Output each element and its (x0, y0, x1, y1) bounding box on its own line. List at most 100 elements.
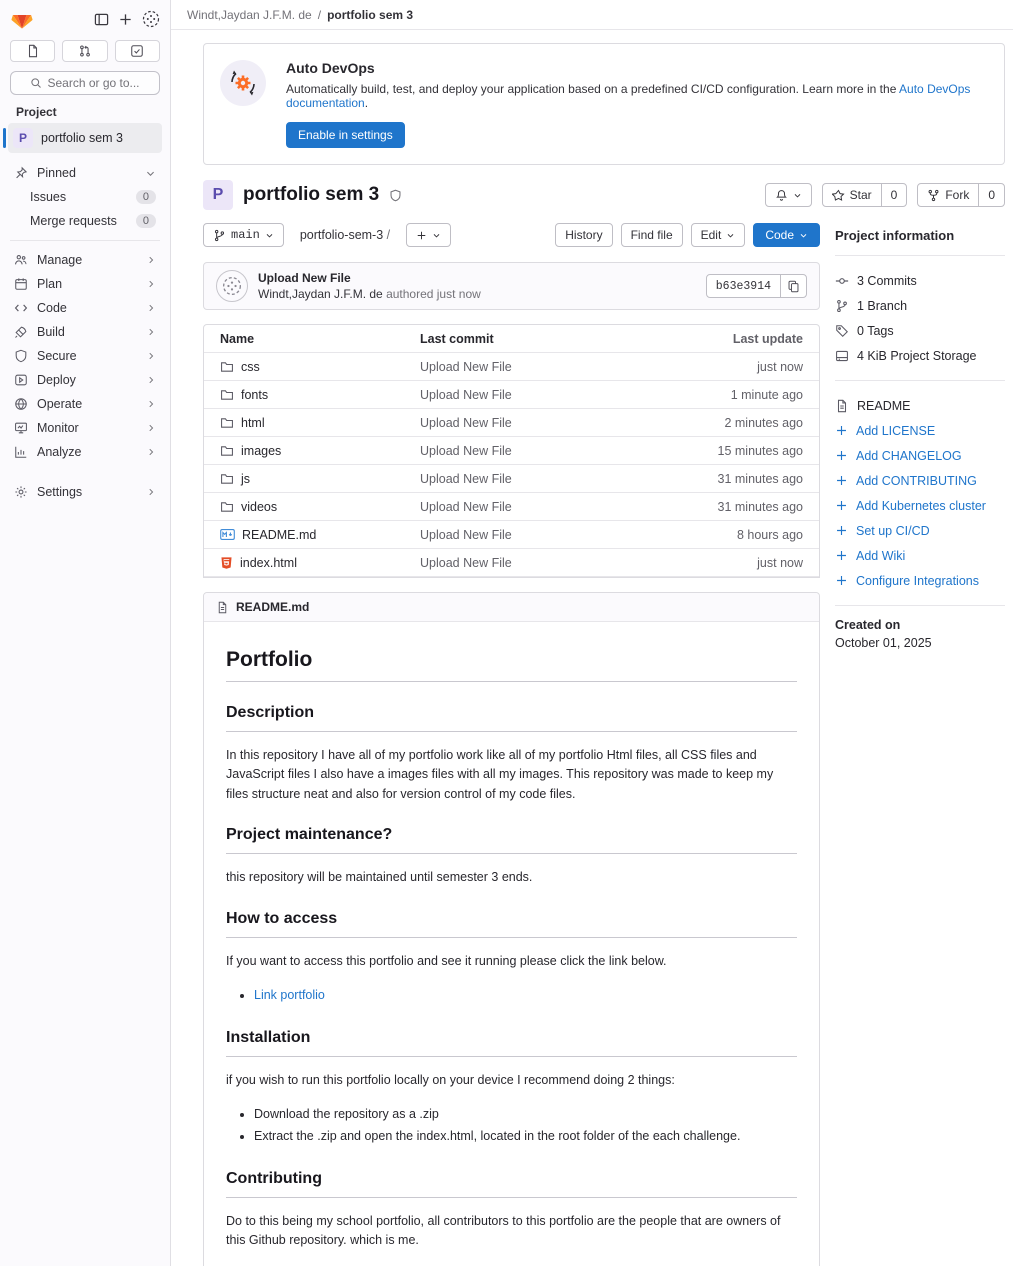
readme-content: Portfolio Description In this repository… (204, 622, 819, 1266)
fork-button[interactable]: Fork (918, 184, 978, 206)
chevron-right-icon (146, 351, 156, 361)
table-row[interactable]: fonts Upload New File 1 minute ago (204, 381, 819, 409)
plus-icon (835, 574, 848, 587)
add-license-link[interactable]: Add LICENSE (835, 418, 1005, 443)
table-row[interactable]: README.md Upload New File 8 hours ago (204, 521, 819, 549)
add-kubernetes-cluster-link[interactable]: Add Kubernetes cluster (835, 493, 1005, 518)
commit-author[interactable]: Windt,Jaydan J.F.M. de (258, 287, 383, 301)
readme-paragraph: In this repository I have all of my port… (226, 746, 797, 804)
divider (835, 255, 1005, 256)
project-name-label: portfolio sem 3 (41, 131, 123, 145)
merge-requests-count-badge: 0 (136, 214, 156, 228)
commit-sha[interactable]: b63e3914 (707, 275, 780, 297)
chevron-right-icon (146, 447, 156, 457)
create-new-icon[interactable] (118, 12, 133, 27)
branch-selector[interactable]: main (203, 223, 284, 247)
gitlab-project-page: Search or go to... Project P portfolio s… (0, 0, 1013, 1266)
sidebar-item-issues[interactable]: Issues 0 (0, 185, 170, 209)
readme-section-heading: Installation (226, 1029, 797, 1057)
add-contributing-link[interactable]: Add CONTRIBUTING (835, 468, 1005, 493)
commit-meta: Windt,Jaydan J.F.M. de authored just now (258, 287, 481, 301)
todo-list-shortcut-button[interactable] (115, 40, 160, 62)
star-count[interactable]: 0 (881, 184, 907, 206)
sidebar-item-merge-requests[interactable]: Merge requests 0 (0, 209, 170, 233)
storage-stat[interactable]: 4 KiB Project Storage (835, 343, 1005, 368)
chevron-right-icon (146, 375, 156, 385)
search-input[interactable]: Search or go to... (10, 71, 160, 95)
readme-card: README.md Portfolio Description In this … (203, 592, 820, 1266)
commit-icon (835, 274, 849, 288)
find-file-button[interactable]: Find file (621, 223, 683, 247)
chevron-down-icon (265, 231, 274, 240)
star-button-group[interactable]: Star 0 (822, 183, 908, 207)
copy-sha-button[interactable] (780, 275, 806, 297)
user-avatar[interactable] (142, 10, 160, 28)
readme-title: Portfolio (226, 648, 797, 682)
sidebar-item-deploy[interactable]: Deploy (0, 368, 170, 392)
code-button[interactable]: Code (753, 223, 820, 247)
project-information-panel: Project information 3 Commits 1 Branch (835, 222, 1005, 1266)
breadcrumb-user[interactable]: Windt,Jaydan J.F.M. de (187, 8, 312, 22)
add-wiki-link[interactable]: Add Wiki (835, 543, 1005, 568)
table-row[interactable]: videos Upload New File 31 minutes ago (204, 493, 819, 521)
add-changelog-link[interactable]: Add CHANGELOG (835, 443, 1005, 468)
readme-section-heading: Description (226, 704, 797, 732)
disk-icon (835, 349, 849, 363)
setup-cicd-link[interactable]: Set up CI/CD (835, 518, 1005, 543)
tag-icon (835, 324, 849, 338)
file-icon (835, 399, 849, 413)
edit-button[interactable]: Edit (691, 223, 746, 247)
add-file-button[interactable] (406, 223, 451, 247)
sidebar-item-operate[interactable]: Operate (0, 392, 170, 416)
sidebar-item-manage[interactable]: Manage (0, 248, 170, 272)
readme-link[interactable]: README (835, 393, 1005, 418)
banner-text-block: Auto DevOps Automatically build, test, a… (286, 60, 988, 148)
sidebar-item-analyze[interactable]: Analyze (0, 440, 170, 464)
sidebar-item-pinned[interactable]: Pinned (0, 161, 170, 185)
readme-paragraph: Do to this being my school portfolio, al… (226, 1212, 797, 1251)
portfolio-link[interactable]: Link portfolio (254, 988, 325, 1002)
pin-icon (14, 166, 28, 180)
table-row[interactable]: js Upload New File 31 minutes ago (204, 465, 819, 493)
divider (835, 605, 1005, 606)
table-row[interactable]: html Upload New File 2 minutes ago (204, 409, 819, 437)
commits-stat[interactable]: 3 Commits (835, 268, 1005, 293)
star-button[interactable]: Star (823, 184, 881, 206)
plus-icon (835, 524, 848, 537)
sidebar-item-secure[interactable]: Secure (0, 344, 170, 368)
table-row[interactable]: css Upload New File just now (204, 353, 819, 381)
shield-icon (14, 349, 28, 363)
markdown-file-icon (220, 529, 235, 540)
table-row[interactable]: index.html Upload New File just now (204, 549, 819, 577)
sidebar-item-settings[interactable]: Settings (0, 480, 170, 504)
collapse-sidebar-icon[interactable] (94, 12, 109, 27)
sidebar-item-build[interactable]: Build (0, 320, 170, 344)
chart-icon (14, 445, 28, 459)
bell-icon (775, 189, 788, 202)
fork-count[interactable]: 0 (978, 184, 1004, 206)
folder-icon (220, 416, 234, 430)
sidebar-divider (10, 240, 160, 241)
gitlab-logo-icon[interactable] (10, 7, 34, 31)
history-button[interactable]: History (555, 223, 612, 247)
file-tree-table: Name Last commit Last update css Upload … (203, 324, 820, 578)
commit-author-avatar (216, 270, 248, 302)
branches-stat[interactable]: 1 Branch (835, 293, 1005, 318)
breadcrumb-project[interactable]: portfolio sem 3 (327, 8, 413, 22)
configure-integrations-link[interactable]: Configure Integrations (835, 568, 1005, 593)
tags-stat[interactable]: 0 Tags (835, 318, 1005, 343)
gear-icon (14, 485, 28, 499)
issues-shortcut-button[interactable] (10, 40, 55, 62)
commit-message[interactable]: Upload New File (258, 271, 481, 285)
sidebar-item-monitor[interactable]: Monitor (0, 416, 170, 440)
table-row[interactable]: images Upload New File 15 minutes ago (204, 437, 819, 465)
sidebar-item-project[interactable]: P portfolio sem 3 (8, 123, 162, 153)
notifications-button[interactable] (765, 183, 812, 207)
sidebar-item-plan[interactable]: Plan (0, 272, 170, 296)
sidebar-item-code[interactable]: Code (0, 296, 170, 320)
enable-in-settings-button[interactable]: Enable in settings (286, 122, 405, 148)
plus-icon (416, 230, 427, 241)
readme-file-header[interactable]: README.md (204, 593, 819, 622)
fork-button-group[interactable]: Fork 0 (917, 183, 1005, 207)
merge-requests-shortcut-button[interactable] (62, 40, 107, 62)
